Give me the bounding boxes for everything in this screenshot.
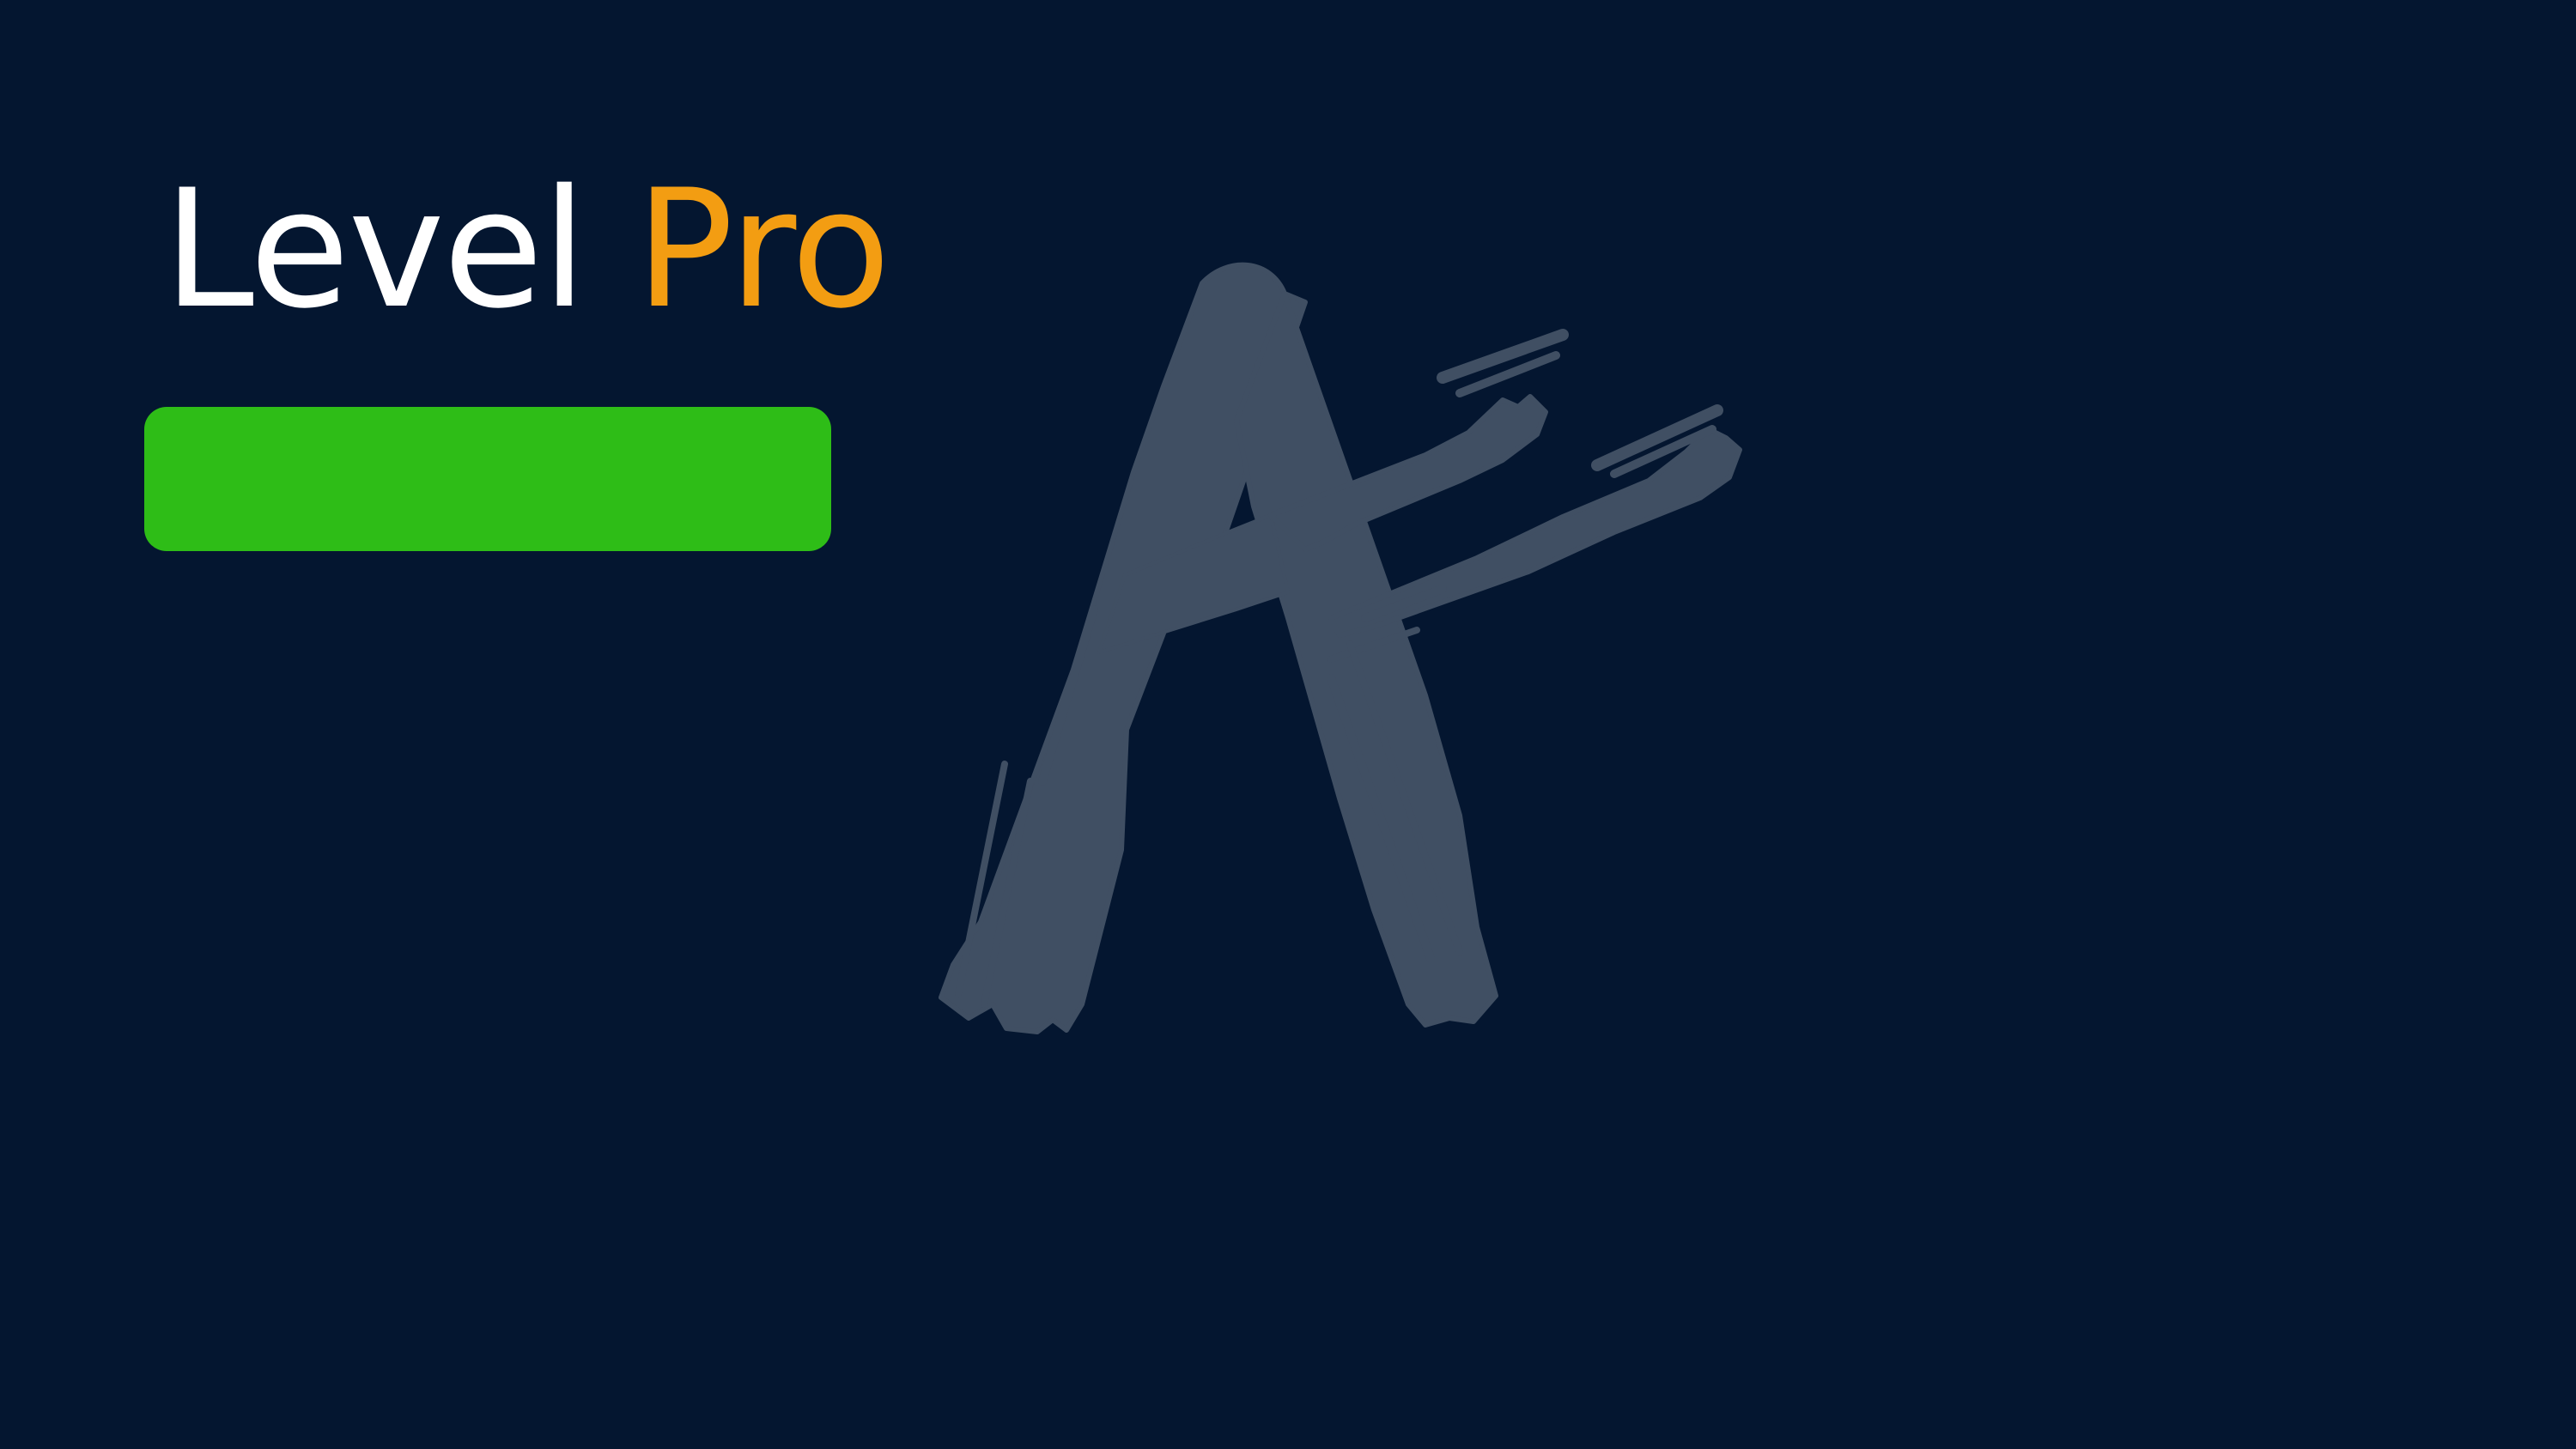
logo-right-leg (1234, 291, 1498, 1028)
brush-stroke-a-logo-icon (939, 262, 1742, 1034)
page-title: Level Pro (163, 168, 890, 331)
title-word-level: Level (163, 155, 587, 344)
level-bar-button[interactable] (144, 407, 831, 551)
